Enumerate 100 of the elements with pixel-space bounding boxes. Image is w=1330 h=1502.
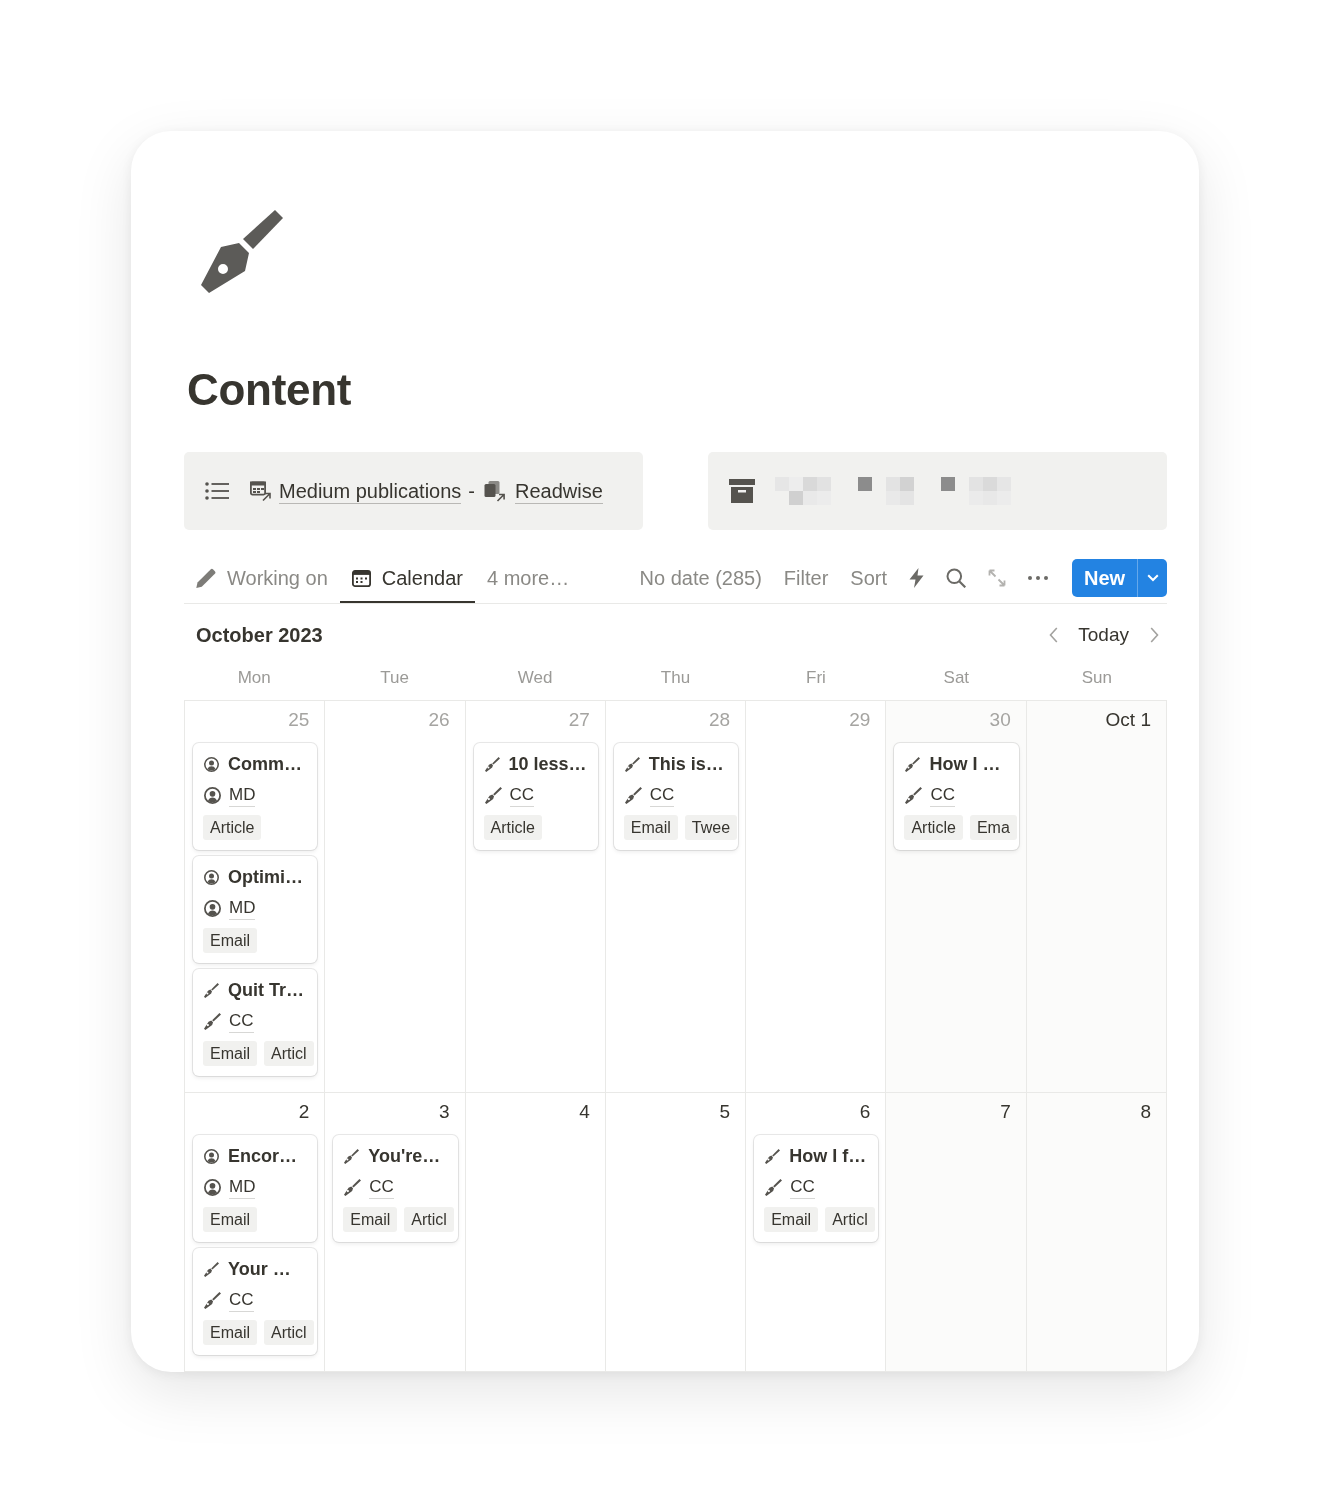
pen-nib-icon — [765, 1148, 781, 1164]
owner-name: CC — [369, 1175, 394, 1199]
pen-nib-icon — [905, 786, 923, 804]
pixel-mosaic-icon — [775, 477, 831, 505]
linked-pages-icon — [483, 480, 507, 502]
owner-name: CC — [229, 1288, 254, 1312]
day-number: 30 — [989, 708, 1011, 732]
tag-label: Article — [904, 815, 963, 840]
day-number: 5 — [719, 1100, 731, 1124]
today-button[interactable]: Today — [1066, 620, 1141, 650]
owner-name: CC — [649, 783, 675, 807]
filter-button[interactable]: Filter — [779, 563, 833, 593]
person-icon — [204, 756, 219, 772]
tag-label: Email — [343, 1207, 398, 1232]
page-link[interactable]: Readwise — [483, 478, 603, 504]
owner-name: CC — [229, 1009, 254, 1033]
tag-label: Email — [203, 1041, 257, 1066]
tag-label: Articl — [264, 1041, 314, 1066]
calendar-card[interactable]: Your … CC Email Articl — [193, 1248, 318, 1355]
weekday-label: Thu — [660, 668, 691, 687]
day-number: 7 — [1000, 1100, 1011, 1124]
pixel-mosaic-icon — [858, 477, 914, 505]
calendar-card[interactable]: This is… CC Email Twee — [613, 743, 739, 850]
calendar-card[interactable]: How I … CC Article Ema — [894, 743, 1019, 850]
pencil-icon — [196, 568, 216, 588]
day-number: 6 — [859, 1100, 871, 1124]
pen-nib-icon — [905, 756, 921, 772]
more-icon — [1028, 576, 1048, 580]
new-button[interactable]: New — [1072, 559, 1137, 597]
owner-name: CC — [930, 783, 955, 807]
person-icon — [204, 869, 219, 885]
search-icon — [946, 568, 966, 588]
fountain-pen-icon — [201, 210, 283, 293]
card-title: Encor… — [228, 1145, 297, 1167]
lightning-icon — [909, 568, 924, 588]
owner-name: CC — [790, 1175, 815, 1199]
list-icon — [205, 482, 229, 500]
pen-nib-icon — [204, 1012, 221, 1030]
card-title: Optimi… — [228, 866, 303, 888]
day-number: 29 — [849, 708, 871, 732]
page-link[interactable]: Medium publications — [249, 478, 462, 504]
owner-name: CC — [509, 783, 535, 807]
sort-button[interactable]: Sort — [846, 563, 891, 593]
archive-icon — [729, 479, 755, 503]
weekday-label: Sun — [1081, 668, 1112, 687]
card-title: This is… — [648, 753, 724, 775]
pen-nib-icon — [624, 786, 642, 804]
card-title: Your … — [228, 1258, 291, 1280]
no-date-button[interactable]: No date (285) — [635, 563, 766, 593]
tag-label: Email — [203, 928, 257, 953]
person-icon — [204, 786, 221, 804]
calendar-card[interactable]: Quit Tr… CC Email Articl — [193, 969, 318, 1076]
calendar-card[interactable]: How I f… CC Email Articl — [754, 1135, 879, 1242]
day-number: 28 — [709, 708, 731, 732]
pen-nib-icon — [204, 1291, 221, 1309]
weekday-label: Mon — [237, 668, 271, 687]
card-title: You're… — [368, 1145, 441, 1167]
day-number: 8 — [1140, 1100, 1151, 1124]
pen-nib-icon — [344, 1178, 362, 1196]
day-number: 25 — [288, 708, 310, 732]
view-tab[interactable]: Calendar — [339, 559, 475, 603]
calendar-card[interactable]: You're… CC Email Articl — [333, 1135, 458, 1242]
calendar-card[interactable]: 10 less… CC Article — [473, 743, 598, 850]
pixel-mosaic-icon — [941, 477, 1011, 505]
card-title: Quit Tr… — [228, 979, 304, 1001]
day-number: 26 — [428, 708, 450, 732]
day-number: Oct 1 — [1105, 708, 1151, 732]
pen-nib-icon — [344, 1148, 360, 1164]
tag-label: Email — [203, 1320, 257, 1345]
weekday-label: Fri — [806, 668, 826, 687]
view-tab[interactable]: Working on — [184, 559, 340, 603]
calendar-icon — [351, 569, 371, 587]
tag-label: Ema — [969, 815, 1017, 840]
pen-nib-icon — [624, 756, 640, 772]
tag-label: Articl — [264, 1320, 314, 1345]
tag-label: Twee — [684, 815, 738, 840]
chevron-right-icon — [1149, 627, 1159, 643]
card-title: Comm… — [228, 753, 302, 775]
card-title: How I f… — [789, 1145, 867, 1167]
calendar-card[interactable]: Encor… MD Email — [193, 1135, 318, 1242]
weekday-label: Tue — [380, 668, 409, 687]
pen-nib-icon — [484, 756, 500, 772]
expand-icon — [988, 569, 1006, 587]
separator-text: - — [468, 479, 475, 503]
chevron-left-icon — [1048, 627, 1058, 643]
owner-name: MD — [229, 1175, 256, 1199]
day-number: 4 — [579, 1100, 590, 1124]
person-icon — [204, 899, 221, 917]
calendar-card[interactable]: Comm… MD Article — [193, 743, 318, 850]
owner-name: MD — [229, 783, 256, 807]
more-views-button[interactable]: 4 more… — [474, 559, 582, 603]
weekday-label: Sat — [943, 668, 970, 687]
owner-name: MD — [229, 896, 256, 920]
calendar-card[interactable]: Optimi… MD Email — [193, 856, 318, 963]
day-number: 2 — [298, 1100, 310, 1124]
tag-label: Articl — [404, 1207, 454, 1232]
person-icon — [204, 1148, 219, 1164]
new-menu-button[interactable] — [1137, 559, 1167, 597]
tag-label: Articl — [825, 1207, 875, 1232]
tag-label: Article — [203, 815, 262, 840]
